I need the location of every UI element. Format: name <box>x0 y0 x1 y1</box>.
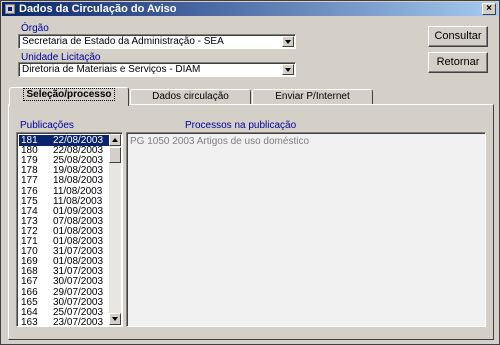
processos-list[interactable]: PG 1050 2003 Artigos de uso doméstico <box>126 132 486 327</box>
tab-selecao-processo[interactable]: Seleção/processo <box>9 87 129 106</box>
scroll-down-icon[interactable] <box>109 313 121 325</box>
list-scrollbar[interactable] <box>109 134 121 325</box>
unidade-value: Diretoria de Materiais e Serviços - DIAM <box>22 64 201 75</box>
publicacoes-label: Publicações <box>20 120 74 131</box>
list-item[interactable]: PG 1050 2003 Artigos de uso doméstico <box>130 136 309 147</box>
unidade-select[interactable]: Diretoria de Materiais e Serviços - DIAM <box>18 62 296 77</box>
orgao-label: Órgão <box>21 23 49 34</box>
tab-label: Seleção/processo <box>23 88 115 101</box>
close-button[interactable]: × <box>482 3 496 15</box>
tab-label: Dados circulação <box>152 91 229 102</box>
main-window: Dados da Circulação do Aviso × Órgão Sec… <box>0 0 500 345</box>
consultar-button[interactable]: Consultar <box>428 26 488 47</box>
list-item[interactable]: 163 23/07/2003 <box>19 316 111 327</box>
tab-label: Enviar P/Internet <box>275 91 350 102</box>
orgao-select[interactable]: Secretaria de Estado da Administração - … <box>18 34 296 49</box>
scroll-thumb[interactable] <box>109 147 121 163</box>
tab-enviar-internet[interactable]: Enviar P/Internet <box>252 89 373 105</box>
retornar-button[interactable]: Retornar <box>428 52 488 73</box>
publication-number: 163 <box>21 316 38 327</box>
app-icon <box>5 4 15 14</box>
chevron-down-icon[interactable] <box>282 36 294 47</box>
scroll-up-icon[interactable] <box>109 134 121 146</box>
title-bar[interactable]: Dados da Circulação do Aviso × <box>2 2 498 16</box>
publication-date: 23/07/2003 <box>53 316 104 327</box>
tab-dados-circulacao[interactable]: Dados circulação <box>130 89 251 105</box>
processos-label: Processos na publicação <box>185 120 297 131</box>
window-title: Dados da Circulação do Aviso <box>19 3 177 15</box>
chevron-down-icon[interactable] <box>282 64 294 75</box>
publicacoes-list[interactable]: 181 22/08/2003 180 22/08/2003 179 25/08/2003 1… <box>16 132 123 327</box>
orgao-value: Secretaria de Estado da Administração - … <box>22 36 224 47</box>
